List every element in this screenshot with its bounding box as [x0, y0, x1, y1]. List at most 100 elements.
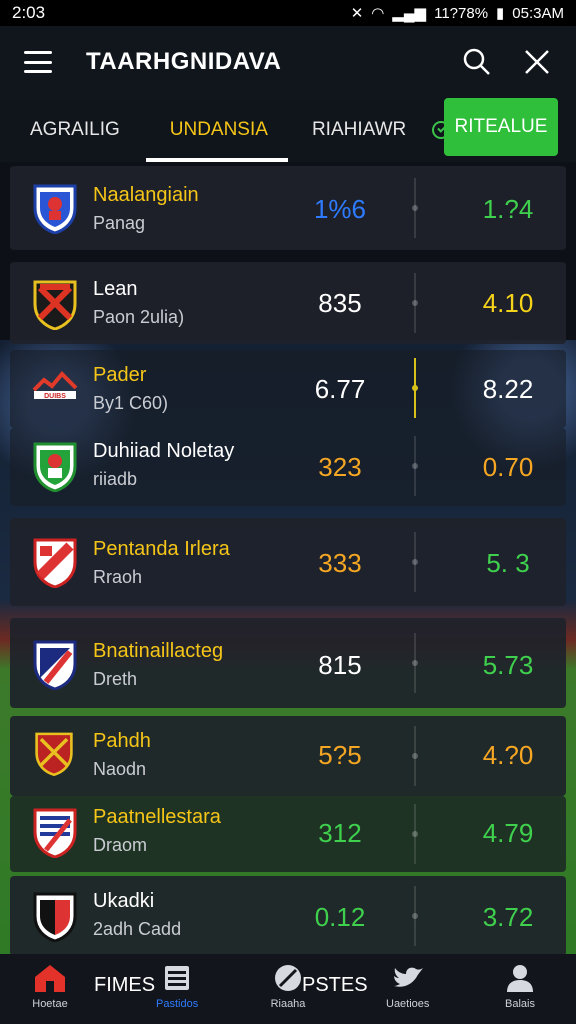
status-bar: 2:03 ✕ ◠ ▂▄▆ 11?78% ▮ 05:3AM	[0, 0, 576, 26]
divider	[412, 633, 418, 693]
team-info: Lean Paon 2ulia)	[93, 278, 184, 328]
odds-value-1: 835	[318, 288, 362, 318]
team-name: Paatnellestara	[93, 806, 221, 828]
team-subtitle: Panag	[93, 213, 146, 233]
wifi-icon: ◠	[371, 5, 385, 22]
tab-riahiawr[interactable]: RIAHIAWR	[312, 98, 406, 162]
list-item[interactable]: Duhiiad Noletay riiadb 323 0.70	[10, 428, 566, 506]
team-info: Duhiiad Noletay riiadb	[93, 440, 234, 490]
team-subtitle: Paon 2ulia)	[93, 307, 185, 327]
shield-green-icon	[33, 442, 77, 492]
status-time: 2:03	[12, 3, 46, 22]
nav-fixtures[interactable]: Pastidos	[156, 962, 198, 1010]
divider	[412, 532, 418, 592]
team-subtitle: Draom	[93, 835, 148, 855]
team-info: Pentanda Irlera Rraoh	[93, 538, 230, 588]
shield-red-gold-icon	[35, 732, 73, 776]
odds-value-1: 5?5	[318, 740, 362, 770]
bird-icon	[393, 967, 423, 987]
nav-social[interactable]: Uaetioes	[386, 962, 429, 1010]
signal-icon: ▂▄▆	[392, 5, 427, 22]
team-subtitle: Rraoh	[93, 567, 143, 587]
divider	[412, 726, 418, 786]
team-name: Pader	[93, 364, 147, 386]
team-name: Pentanda Irlera	[93, 538, 230, 560]
list-item[interactable]: Pahdh Naodn 5?5 4.?0	[10, 716, 566, 796]
nav-home[interactable]: Hoetae	[32, 962, 68, 1010]
divider	[412, 273, 418, 333]
club-logo-icon: DUIBS	[32, 371, 78, 400]
tab-agrailig[interactable]: AGRAILIG	[30, 98, 120, 162]
shield-navy-red-icon	[33, 640, 77, 690]
divider	[412, 436, 418, 496]
list-item[interactable]: Lean Paon 2ulia) 835 4.10	[10, 262, 566, 344]
nav-posts-text: PSTES	[302, 974, 368, 996]
team-info: Naalangiain Panag	[93, 184, 199, 234]
list-item[interactable]: Ukadki 2adh Cadd 0.12 3.72	[10, 876, 566, 956]
team-name: Pahdh	[93, 730, 151, 752]
calendar-icon	[165, 966, 190, 990]
odds-value-1: 0.12	[314, 902, 366, 932]
menu-icon[interactable]	[24, 51, 52, 73]
team-name: Lean	[93, 278, 138, 300]
tab-bar: AGRAILIG UNDANSIA RIAHIAWR RITEALUE	[0, 98, 576, 162]
nav-label: Uaetioes	[386, 998, 430, 1010]
shield-red-yellow-icon	[33, 280, 77, 330]
close-icon[interactable]	[522, 47, 552, 77]
odds-value-1: 6.77	[314, 374, 366, 404]
shield-blue-icon	[33, 184, 77, 234]
page-title: TAARHGNIDAVA	[86, 48, 282, 75]
nav-label: Hoetae	[32, 998, 68, 1010]
team-name: Bnatinaillacteg	[93, 640, 224, 662]
team-name: Naalangiain	[93, 184, 199, 206]
team-subtitle: 2adh Cadd	[93, 919, 182, 939]
team-info: Ukadki 2adh Cadd	[93, 890, 181, 940]
odds-value-2: 8.22	[482, 374, 534, 404]
odds-value-2: 1.?4	[482, 194, 534, 224]
svg-text:DUIBS: DUIBS	[44, 393, 66, 400]
odds-value-1: 1%6	[313, 194, 367, 224]
team-info: Pader By1 C60)	[93, 364, 168, 414]
battery-text: 11?78%	[434, 4, 489, 22]
team-info: Bnatinaillacteg Dreth	[93, 640, 223, 690]
team-name: Ukadki	[93, 890, 155, 912]
odds-value-2: 4.10	[482, 288, 534, 318]
app-header: TAARHGNIDAVA	[0, 26, 576, 98]
team-info: Pahdh Naodn	[93, 730, 151, 780]
nav-label: Riaaha	[270, 998, 306, 1010]
list-item[interactable]: Naalangiain Panag 1%6 1.?4	[10, 166, 566, 250]
bottom-nav: Hoetae FIMES Pastidos Riaaha PSTES Uaeti…	[0, 954, 576, 1024]
ball-icon	[275, 965, 301, 991]
user-icon	[507, 965, 533, 992]
team-subtitle: Naodn	[93, 759, 147, 779]
divider	[412, 804, 418, 864]
list-item[interactable]: Paatnellestara Draom 312 4.79	[10, 796, 566, 872]
odds-value-1: 323	[318, 452, 362, 482]
nfc-icon: ✕	[350, 5, 364, 22]
team-subtitle: By1 C60)	[93, 393, 169, 413]
list-item[interactable]: Bnatinaillacteg Dreth 815 5.73	[10, 618, 566, 708]
odds-value-2: 0.70	[482, 452, 534, 482]
home-icon	[35, 965, 65, 992]
live-button[interactable]: RITEALUE	[444, 98, 558, 156]
odds-value-2: 4.?0	[482, 740, 534, 770]
nav-label: Balais	[505, 998, 535, 1010]
team-name: Duhiiad Noletay	[93, 440, 235, 462]
status-icons: ✕ ◠ ▂▄▆ 11?78% ▮ 05:3AM	[350, 4, 564, 23]
list-item[interactable]: Pentanda Irlera Rraoh 333 5. 3	[10, 518, 566, 606]
nav-label: Pastidos	[156, 998, 199, 1010]
divider	[412, 358, 418, 418]
nav-posts[interactable]: Riaaha	[270, 962, 306, 1010]
search-icon[interactable]	[462, 47, 492, 77]
odds-value-2: 3.72	[482, 902, 534, 932]
team-info: Paatnellestara Draom	[93, 806, 221, 856]
nav-profile[interactable]: Balais	[502, 962, 538, 1010]
odds-value-1: 312	[318, 818, 362, 848]
list-item[interactable]: DUIBS Pader By1 C60) 6.77 8.22	[10, 350, 566, 428]
team-subtitle: Dreth	[93, 669, 138, 689]
odds-value-2: 5. 3	[486, 548, 530, 578]
shield-red-black-icon	[33, 892, 77, 942]
tab-undansia[interactable]: UNDANSIA	[145, 98, 289, 162]
odds-value-1: 333	[318, 548, 362, 578]
status-clock: 05:3AM	[512, 4, 564, 22]
